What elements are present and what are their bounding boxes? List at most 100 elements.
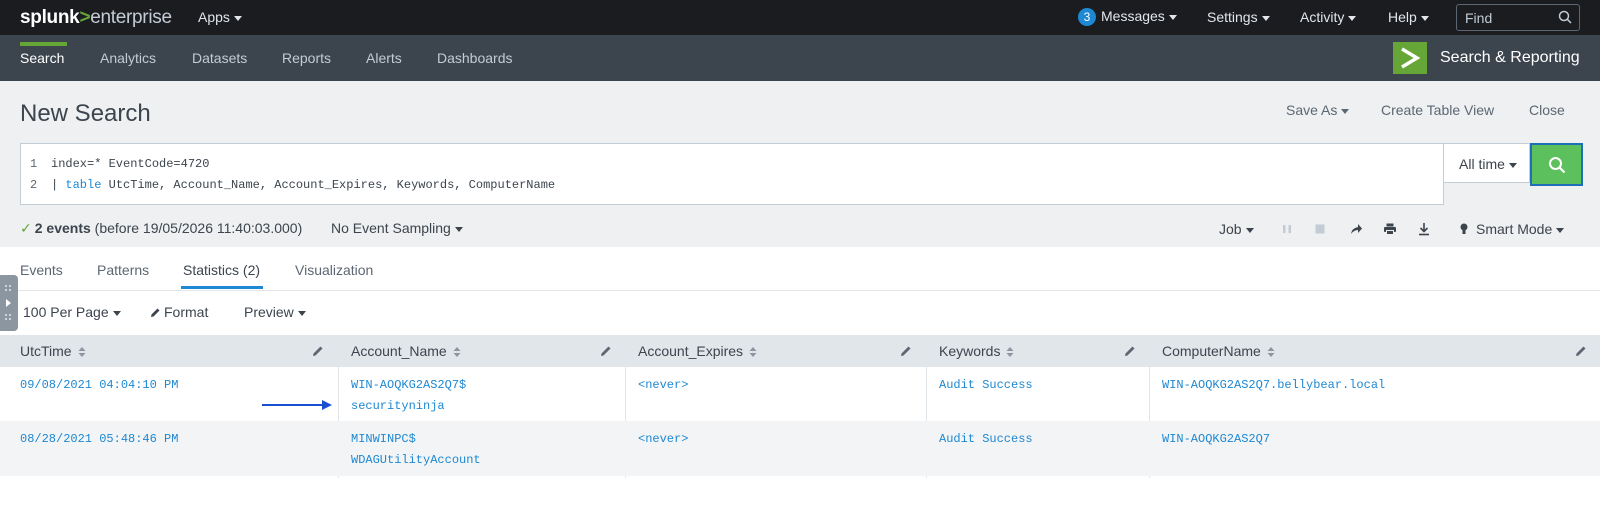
run-search-button[interactable]	[1530, 143, 1583, 186]
print-icon[interactable]	[1383, 222, 1397, 236]
column-header-label: Account_Name	[351, 343, 447, 359]
tab-visualization[interactable]: Visualization	[295, 262, 373, 278]
brand-enterprise: enterprise	[90, 7, 172, 28]
splunk-logo[interactable]: splunk>enterprise	[20, 7, 172, 29]
app-logo-icon[interactable]	[1393, 42, 1427, 74]
column-header-computer-name[interactable]: ComputerName	[1162, 343, 1275, 359]
event-count-status: ✓ 2 events (before 19/05/2026 11:40:03.00…	[20, 220, 302, 237]
stop-icon[interactable]	[1313, 222, 1327, 236]
search-icon[interactable]	[1558, 10, 1572, 24]
save-as-label: Save As	[1286, 102, 1338, 118]
preview-menu[interactable]: Preview	[244, 304, 306, 320]
cell-keywords[interactable]: Audit Success	[939, 432, 1033, 446]
pencil-icon	[151, 308, 160, 317]
app-title[interactable]: Search & Reporting	[1440, 49, 1580, 67]
column-header-keywords[interactable]: Keywords	[939, 343, 1014, 359]
format-button[interactable]: Format	[150, 304, 208, 320]
save-as-menu[interactable]: Save As	[1286, 102, 1350, 118]
cell-account-name[interactable]: MINWINPC$	[351, 432, 416, 446]
sort-icon	[453, 347, 461, 358]
cell-account-expires[interactable]: <never>	[638, 432, 688, 446]
sort-icon	[78, 347, 86, 358]
cell-account-name[interactable]: WDAGUtilityAccount	[351, 453, 481, 467]
column-header-label: UtcTime	[20, 343, 72, 359]
pipe-symbol: |	[51, 178, 66, 192]
nav-datasets[interactable]: Datasets	[192, 50, 247, 66]
sort-icon	[749, 347, 757, 358]
chevron-down-icon	[1508, 162, 1517, 168]
pencil-icon[interactable]	[1124, 345, 1136, 357]
cell-utctime[interactable]: 09/08/2021 04:04:10 PM	[20, 378, 178, 392]
table-header	[0, 335, 1600, 367]
settings-menu[interactable]: Settings	[1207, 9, 1270, 25]
apps-label: Apps	[198, 9, 230, 25]
tab-events[interactable]: Events	[20, 262, 63, 278]
cell-computer-name[interactable]: WIN-AOQKG2AS2Q7.bellybear.local	[1162, 378, 1385, 392]
drag-handle-icon	[5, 285, 11, 320]
cell-account-expires[interactable]: <never>	[638, 378, 688, 392]
nav-analytics[interactable]: Analytics	[100, 50, 156, 66]
chevron-down-icon	[233, 15, 242, 21]
pencil-icon[interactable]	[600, 345, 612, 357]
tab-patterns[interactable]: Patterns	[97, 262, 149, 278]
chevron-down-icon	[297, 310, 306, 316]
share-icon[interactable]	[1349, 222, 1363, 236]
messages-menu[interactable]: 3 Messages	[1078, 8, 1177, 27]
column-header-utctime[interactable]: UtcTime	[20, 343, 86, 359]
tab-statistics[interactable]: Statistics (2)	[183, 262, 260, 278]
settings-label: Settings	[1207, 9, 1258, 25]
command-args: UtcTime, Account_Name, Account_Expires, …	[101, 178, 556, 192]
event-time-detail: (before 19/05/2026 11:40:03.000)	[90, 220, 303, 236]
sort-icon	[1267, 347, 1275, 358]
preview-label: Preview	[244, 304, 294, 320]
query-line-2: | table UtcTime, Account_Name, Account_E…	[51, 178, 555, 192]
column-header-label: ComputerName	[1162, 343, 1261, 359]
help-label: Help	[1388, 9, 1417, 25]
time-range-picker[interactable]: All time	[1444, 143, 1530, 183]
nav-reports[interactable]: Reports	[282, 50, 331, 66]
lightbulb-icon	[1460, 223, 1468, 234]
messages-label: Messages	[1101, 8, 1165, 24]
cell-account-name[interactable]: WIN-AOQKG2AS2Q7$	[351, 378, 466, 392]
pencil-icon[interactable]	[1575, 345, 1587, 357]
page-title: New Search	[20, 100, 151, 127]
apps-menu[interactable]: Apps	[198, 9, 242, 25]
event-sampling-menu[interactable]: No Event Sampling	[331, 220, 463, 236]
column-header-label: Keywords	[939, 343, 1001, 359]
format-label: Format	[164, 304, 209, 320]
per-page-menu[interactable]: 100 Per Page	[23, 304, 121, 320]
export-icon[interactable]	[1417, 222, 1431, 236]
nav-search[interactable]: Search	[20, 50, 64, 66]
nav-active-indicator	[20, 42, 67, 46]
pencil-icon[interactable]	[900, 345, 912, 357]
brand-splunk: splunk	[20, 7, 80, 28]
search-mode-menu[interactable]: Smart Mode	[1476, 221, 1565, 237]
job-menu[interactable]: Job	[1219, 221, 1254, 237]
nav-alerts[interactable]: Alerts	[366, 50, 402, 66]
search-query-editor[interactable]: 1 index=* EventCode=4720 2 | table UtcTi…	[20, 143, 1444, 205]
pause-icon[interactable]	[1280, 222, 1294, 236]
cell-account-name[interactable]: securityninja	[351, 399, 445, 413]
close-button[interactable]: Close	[1529, 102, 1565, 118]
messages-count-badge: 3	[1078, 8, 1096, 27]
activity-menu[interactable]: Activity	[1300, 9, 1357, 25]
sort-icon	[1006, 347, 1014, 358]
event-count: 2 events	[34, 220, 91, 236]
side-panel-handle[interactable]	[0, 275, 18, 331]
chevron-down-icon	[1348, 15, 1357, 21]
line-number: 1	[30, 157, 38, 171]
column-header-account-name[interactable]: Account_Name	[351, 343, 461, 359]
chevron-down-icon	[1341, 108, 1350, 114]
brand-chevron: >	[79, 7, 91, 28]
nav-dashboards[interactable]: Dashboards	[437, 50, 513, 66]
chevron-down-icon	[1261, 15, 1270, 21]
line-number: 2	[30, 178, 38, 192]
chevron-down-icon	[454, 226, 463, 232]
create-table-view-button[interactable]: Create Table View	[1381, 102, 1494, 118]
cell-keywords[interactable]: Audit Success	[939, 378, 1033, 392]
cell-computer-name[interactable]: WIN-AOQKG2AS2Q7	[1162, 432, 1270, 446]
cell-utctime[interactable]: 08/28/2021 05:48:46 PM	[20, 432, 178, 446]
column-header-account-expires[interactable]: Account_Expires	[638, 343, 757, 359]
help-menu[interactable]: Help	[1388, 9, 1429, 25]
pencil-icon[interactable]	[312, 345, 324, 357]
